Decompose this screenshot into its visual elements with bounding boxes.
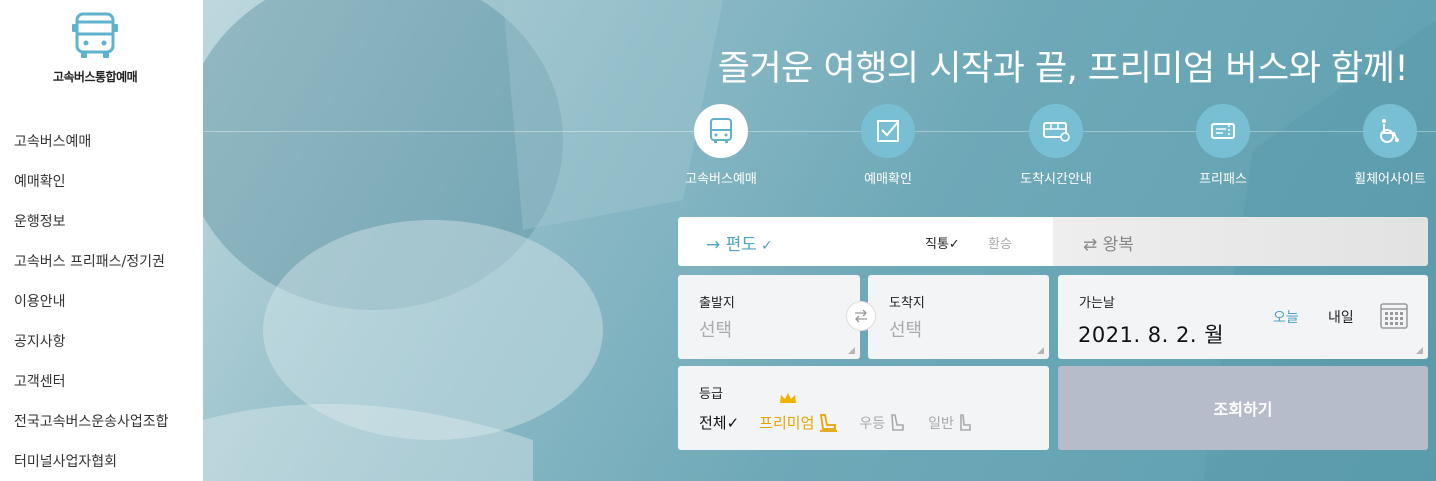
sidebar-item-booking-check[interactable]: 예매확인: [14, 164, 169, 204]
check-icon: [877, 120, 899, 142]
corner-marker: [848, 347, 855, 354]
site-logo[interactable]: 고속버스통합예매: [0, 10, 190, 85]
hero-headline: 즐거운 여행의 시작과 끝, 프리미엄 버스와 함께!: [717, 49, 1409, 89]
arrow-right-icon: →: [706, 235, 721, 255]
sidebar-nav: 고속버스예매 예매확인 운행정보 고속버스 프리패스/정기권 이용안내 공지사항…: [14, 124, 169, 481]
swap-arrows-icon: ⇄: [1083, 235, 1098, 255]
seat-icon: [891, 413, 904, 431]
hero-banner: 즐거운 여행의 시작과 끝, 프리미엄 버스와 함께! 고속버스예매 예매확인: [203, 0, 1436, 481]
logo-text: 고속버스통합예매: [52, 70, 138, 84]
calendar-icon[interactable]: [1380, 302, 1408, 330]
today-button[interactable]: 오늘: [1273, 307, 1299, 327]
sidebar-item-customer-center[interactable]: 고객센터: [14, 364, 169, 404]
round-trip-tab[interactable]: ⇄ 왕복: [1053, 217, 1428, 266]
direct-option[interactable]: 직통✓: [925, 233, 960, 252]
crown-icon: [780, 393, 797, 403]
sidebar: 고속버스통합예매 고속버스예매 예매확인 운행정보 고속버스 프리패스/정기권 …: [0, 0, 203, 481]
grade-normal-option[interactable]: 일반: [928, 413, 975, 433]
bus-icon: [710, 118, 732, 143]
sidebar-item-booking[interactable]: 고속버스예매: [14, 124, 169, 164]
bus-time-icon: [1043, 122, 1070, 142]
swap-location-button[interactable]: [846, 301, 876, 331]
one-way-tab[interactable]: → 편도 ✓: [706, 230, 773, 255]
menu-arrival-time[interactable]: 도착시간안내: [996, 104, 1116, 187]
date-field[interactable]: 가는날 2021. 8. 2. 월 오늘 내일: [1058, 275, 1428, 359]
seat-icon: [960, 413, 971, 431]
sidebar-item-schedule[interactable]: 운행정보: [14, 204, 169, 244]
date-value: 2021. 8. 2. 월: [1078, 323, 1225, 347]
corner-marker: [1416, 347, 1423, 354]
sidebar-item-notice[interactable]: 공지사항: [14, 324, 169, 364]
sidebar-item-union[interactable]: 전국고속버스운송사업조합: [14, 404, 169, 444]
grade-field: 등급 전체✓ 프리미엄 우등 일반: [678, 366, 1049, 450]
sidebar-item-guide[interactable]: 이용안내: [14, 284, 169, 324]
grade-excellent-option[interactable]: 우등: [859, 413, 908, 433]
menu-wheelchair-site[interactable]: 휠체어사이트: [1330, 104, 1436, 187]
bus-logo-icon: [72, 12, 118, 58]
tomorrow-button[interactable]: 내일: [1328, 307, 1354, 327]
search-button[interactable]: 조회하기: [1058, 366, 1428, 450]
seat-icon: [820, 413, 838, 432]
ticket-icon: [1211, 123, 1235, 139]
sidebar-item-freepass[interactable]: 고속버스 프리패스/정기권: [14, 244, 169, 284]
wheelchair-icon: [1380, 119, 1399, 143]
quick-menu: 고속버스예매 예매확인 도착시간안내 프리패스 휠체어사이트: [678, 104, 1436, 194]
grade-options: 전체✓ 프리미엄 우등 일반: [699, 393, 995, 433]
menu-freepass[interactable]: 프리패스: [1163, 104, 1283, 187]
departure-field[interactable]: 출발지 선택: [678, 275, 860, 359]
menu-booking-check[interactable]: 예매확인: [828, 104, 948, 187]
corner-marker: [1037, 347, 1044, 354]
one-way-panel: → 편도 ✓ 직통✓ 환승: [678, 217, 1053, 266]
transfer-option[interactable]: 환승: [988, 233, 1012, 252]
arrival-field[interactable]: 도착지 선택: [868, 275, 1049, 359]
grade-premium-option[interactable]: 프리미엄: [759, 393, 839, 433]
grade-all-option[interactable]: 전체✓: [699, 412, 739, 433]
sidebar-item-terminal-association[interactable]: 터미널사업자협회: [14, 444, 169, 481]
trip-type-row: → 편도 ✓ 직통✓ 환승 ⇄ 왕복: [678, 217, 1428, 266]
swap-icon: [855, 309, 867, 323]
menu-bus-booking[interactable]: 고속버스예매: [661, 104, 781, 187]
check-mark-icon: ✓: [760, 238, 773, 254]
